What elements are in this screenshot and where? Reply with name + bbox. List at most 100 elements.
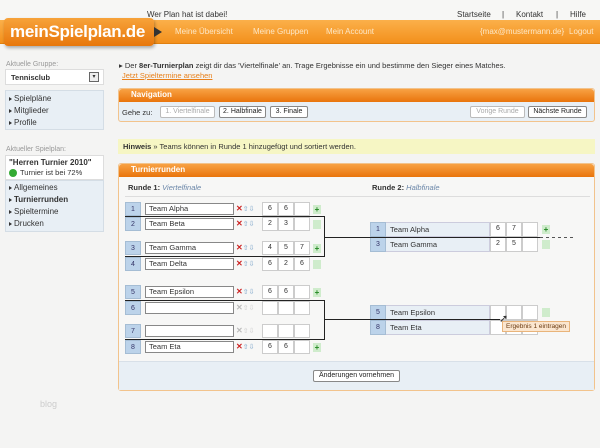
hint-box: Hinweis » Teams können in Runde 1 hinzug… xyxy=(118,139,595,154)
delete-icon[interactable]: ✕ xyxy=(236,303,243,312)
delete-icon[interactable]: ✕ xyxy=(236,326,243,335)
blog-link[interactable]: blog xyxy=(40,399,57,409)
score-cell[interactable]: 7 xyxy=(294,241,310,255)
logo[interactable]: meinSpielplan.de xyxy=(4,18,154,46)
user-email[interactable]: {max@mustermann.de} xyxy=(480,27,564,36)
team-name-input[interactable] xyxy=(145,325,234,337)
logout-link[interactable]: Logout xyxy=(569,27,593,36)
delete-icon[interactable]: ✕ xyxy=(236,243,243,252)
score-cell[interactable]: 6 xyxy=(278,285,294,299)
round-2-button[interactable]: 2. Halbfinale xyxy=(219,106,266,118)
score-cell[interactable] xyxy=(522,222,538,237)
score-cell[interactable]: 6 xyxy=(262,257,278,271)
score-cell[interactable]: 2 xyxy=(490,237,506,252)
score-cell[interactable] xyxy=(506,305,522,320)
score-cell[interactable]: 6 xyxy=(490,222,506,237)
score-cell[interactable]: 6 xyxy=(262,202,278,216)
delete-icon[interactable]: ✕ xyxy=(236,259,243,268)
round-1-button[interactable]: 1. Viertelfinale xyxy=(160,106,215,118)
winner-plus-icon[interactable]: + xyxy=(313,205,321,214)
team-name-input[interactable]: Team Gamma xyxy=(145,242,234,254)
score-cell[interactable] xyxy=(278,301,294,315)
team-actions: ✕⇧⇩ xyxy=(236,286,262,298)
team-name-input[interactable] xyxy=(145,302,234,314)
progress-icon xyxy=(9,169,17,177)
nav-meine-uebersicht[interactable]: Meine Übersicht xyxy=(175,27,233,36)
link-hilfe[interactable]: Hilfe xyxy=(570,10,586,19)
team-name-input[interactable]: Team Delta xyxy=(145,258,234,270)
link-startseite[interactable]: Startseite xyxy=(457,10,491,19)
sidebar-item-profile[interactable]: Profile xyxy=(6,118,103,130)
team-name-input[interactable]: Team Eta xyxy=(145,341,234,353)
sidebar-item-allgemeines[interactable]: Allgemeines xyxy=(6,183,103,195)
winner-toggle[interactable] xyxy=(542,240,550,249)
intro-bold: 8er-Turnierplan xyxy=(139,61,194,70)
score-cell[interactable] xyxy=(294,202,310,216)
nav-mein-account[interactable]: Mein Account xyxy=(326,27,374,36)
winner-toggle[interactable] xyxy=(542,308,550,317)
score-cell[interactable]: 2 xyxy=(278,257,294,271)
score-cell[interactable]: 7 xyxy=(506,222,522,237)
score-cell[interactable]: 3 xyxy=(278,217,294,231)
winner-plus-icon[interactable]: + xyxy=(313,343,321,352)
sidebar-item-turnierrunden[interactable]: Turnierrunden xyxy=(6,195,103,207)
team-name-input[interactable]: Team Epsilon xyxy=(145,286,234,298)
delete-icon[interactable]: ✕ xyxy=(236,204,243,213)
chevron-down-icon[interactable]: ▾ xyxy=(89,72,99,82)
sidebar-item-spieltermine[interactable]: Spieltermine xyxy=(6,207,103,219)
score-cell[interactable]: 6 xyxy=(262,340,278,354)
delete-icon[interactable]: ✕ xyxy=(236,287,243,296)
score-cell[interactable] xyxy=(294,340,310,354)
score-cell[interactable] xyxy=(278,324,294,338)
prev-round-button[interactable]: Vorige Runde xyxy=(470,106,525,118)
arrow-down-icon[interactable]: ⇩ xyxy=(249,328,255,335)
seed-number: 3 xyxy=(370,237,386,252)
score-cell[interactable] xyxy=(262,324,278,338)
score-cell[interactable] xyxy=(294,285,310,299)
sidebar-item-drucken[interactable]: Drucken xyxy=(6,219,103,231)
arrow-down-icon[interactable]: ⇩ xyxy=(249,221,255,228)
team-name-input[interactable]: Team Beta xyxy=(145,218,234,230)
score-cell[interactable] xyxy=(294,217,310,231)
next-round-button[interactable]: Nächste Runde xyxy=(528,106,587,118)
winner-plus-icon[interactable]: + xyxy=(313,244,321,253)
winner-plus-icon[interactable]: + xyxy=(313,288,321,297)
arrow-down-icon[interactable]: ⇩ xyxy=(249,289,255,296)
score-cell[interactable] xyxy=(522,237,538,252)
winner-toggle[interactable] xyxy=(313,260,321,269)
tooltip: Ergebnis 1 eintragen xyxy=(502,321,570,332)
score-cell[interactable] xyxy=(522,305,538,320)
winner-plus-icon[interactable]: + xyxy=(542,225,550,234)
arrow-down-icon[interactable]: ⇩ xyxy=(249,245,255,252)
arrow-down-icon[interactable]: ⇩ xyxy=(249,261,255,268)
group-select[interactable]: Tennisclub ▾ xyxy=(5,69,104,85)
score-cell[interactable] xyxy=(262,301,278,315)
score-cell[interactable]: 5 xyxy=(506,237,522,252)
score-cell[interactable]: 6 xyxy=(278,340,294,354)
delete-icon[interactable]: ✕ xyxy=(236,219,243,228)
submit-changes-button[interactable]: Änderungen vornehmen xyxy=(313,370,400,382)
arrow-down-icon[interactable]: ⇩ xyxy=(249,344,255,351)
score-cell[interactable]: 6 xyxy=(294,257,310,271)
winner-toggle[interactable] xyxy=(313,220,321,229)
team-name-input[interactable]: Team Alpha xyxy=(145,203,234,215)
sidebar-item-spielplaene[interactable]: Spielpläne xyxy=(6,94,103,106)
score-cell[interactable] xyxy=(294,324,310,338)
arrow-down-icon[interactable]: ⇩ xyxy=(249,206,255,213)
score-cell[interactable]: 6 xyxy=(262,285,278,299)
link-kontakt[interactable]: Kontakt xyxy=(516,10,543,19)
score-cell[interactable]: 6 xyxy=(278,202,294,216)
sidebar-item-mitglieder[interactable]: Mitglieder xyxy=(6,106,103,118)
score-cell[interactable]: 2 xyxy=(262,217,278,231)
arrow-down-icon[interactable]: ⇩ xyxy=(249,305,255,312)
delete-icon[interactable]: ✕ xyxy=(236,342,243,351)
score-cell[interactable]: 4 xyxy=(262,241,278,255)
seed-number: 5 xyxy=(370,305,386,320)
plan-title: "Herren Turnier 2010" xyxy=(9,158,92,167)
round-3-button[interactable]: 3. Finale xyxy=(270,106,308,118)
nav-meine-gruppen[interactable]: Meine Gruppen xyxy=(253,27,308,36)
score-cell[interactable] xyxy=(294,301,310,315)
rounds-title: Turnierrunden xyxy=(119,164,594,177)
score-cell[interactable]: 5 xyxy=(278,241,294,255)
spieltermine-link[interactable]: Jetzt Spieltermine ansehen xyxy=(122,71,212,80)
